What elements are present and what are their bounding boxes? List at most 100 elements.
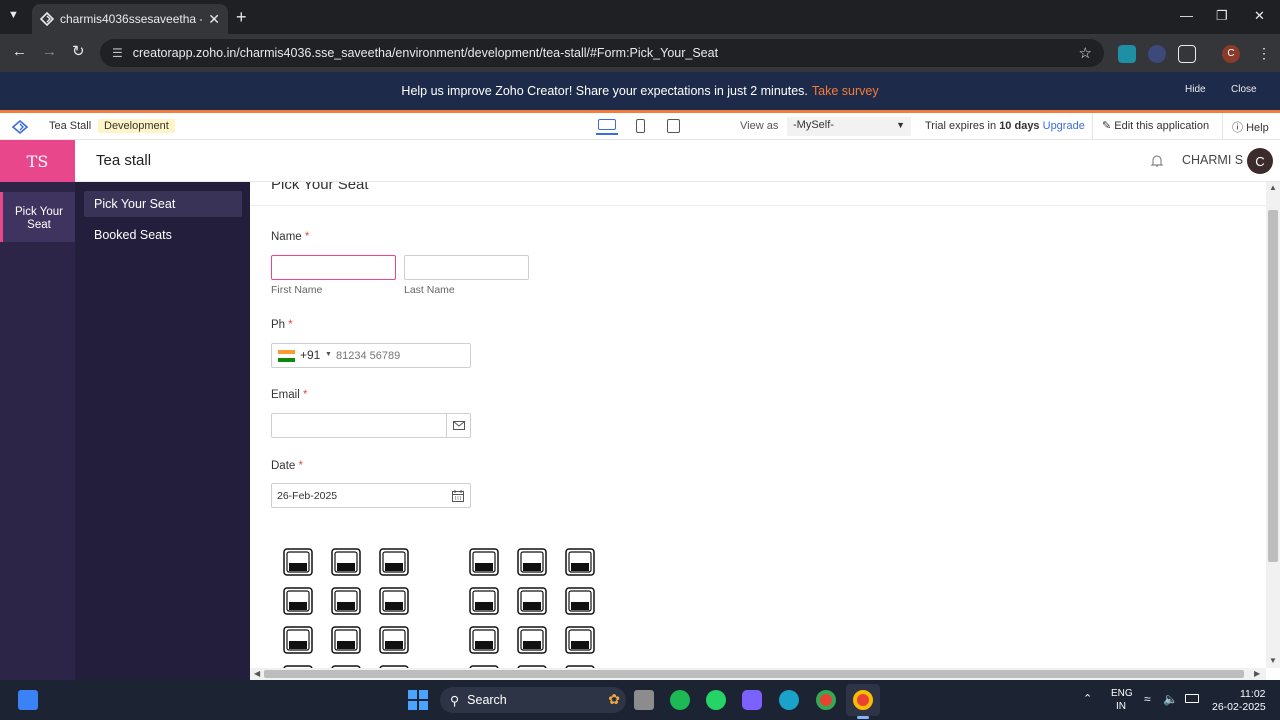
horizontal-scroll-thumb[interactable]	[264, 670, 1244, 678]
country-code[interactable]: +91	[300, 348, 320, 362]
volume-icon[interactable]: 🔈	[1163, 692, 1178, 706]
seat-icon[interactable]	[283, 587, 313, 615]
browser-menu-icon[interactable]: ⋮	[1257, 45, 1271, 62]
first-name-sublabel: First Name	[271, 284, 323, 296]
edge-icon[interactable]	[779, 690, 799, 710]
scroll-up-icon[interactable]: ▲	[1269, 183, 1277, 192]
seat-icon[interactable]	[283, 626, 313, 654]
scroll-down-icon[interactable]: ▼	[1269, 656, 1277, 665]
take-survey-link[interactable]: Take survey	[812, 84, 879, 98]
seat-icon[interactable]	[331, 626, 361, 654]
country-dropdown-icon[interactable]: ▼	[325, 351, 332, 358]
seat-icon[interactable]	[379, 548, 409, 576]
tablet-view-icon[interactable]	[667, 119, 680, 133]
windows-start-icon[interactable]	[408, 690, 428, 710]
tab-close-icon[interactable]: ✕	[208, 11, 220, 28]
forward-icon[interactable]: →	[42, 44, 57, 60]
form-title: Pick Your Seat	[271, 182, 369, 193]
seat-icon[interactable]	[469, 626, 499, 654]
extension-cursor-icon[interactable]	[1148, 45, 1166, 63]
chrome-profile-icon[interactable]	[853, 690, 873, 710]
wifi-icon[interactable]: ≈	[1144, 692, 1151, 706]
nav-item-booked-seats[interactable]: Booked Seats	[84, 222, 242, 248]
seat-icon[interactable]	[331, 548, 361, 576]
new-tab-icon[interactable]: +	[236, 8, 247, 26]
creator-logo-icon[interactable]	[12, 120, 28, 134]
extensions-puzzle-icon[interactable]	[1178, 45, 1196, 63]
whatsapp-icon[interactable]	[706, 690, 726, 710]
phone-label-text: Ph	[271, 319, 286, 331]
spotify-icon[interactable]	[670, 690, 690, 710]
email-input[interactable]	[271, 413, 471, 438]
bookmark-star-icon[interactable]: ☆	[1079, 44, 1092, 62]
window-close-icon[interactable]: ✕	[1254, 8, 1265, 24]
back-icon[interactable]: ←	[12, 44, 27, 60]
seat-icon[interactable]	[283, 548, 313, 576]
date-input[interactable]: 26-Feb-2025	[271, 483, 471, 508]
required-mark: *	[298, 460, 303, 472]
vertical-scrollbar[interactable]: ▲ ▼	[1266, 182, 1280, 668]
task-view-icon[interactable]	[634, 690, 654, 710]
phone-input[interactable]	[336, 346, 466, 365]
battery-icon[interactable]	[1185, 694, 1199, 703]
seat-icon[interactable]	[331, 587, 361, 615]
tray-chevron-icon[interactable]: ⌃	[1083, 692, 1092, 705]
india-flag-icon[interactable]	[278, 350, 295, 362]
first-name-input[interactable]	[271, 255, 396, 280]
bell-icon[interactable]	[1150, 154, 1164, 168]
browser-tab[interactable]: charmis4036ssesaveetha - Tea ✕	[32, 4, 228, 34]
chrome-icon[interactable]	[816, 690, 836, 710]
vertical-scroll-thumb[interactable]	[1268, 210, 1278, 562]
scroll-left-icon[interactable]: ◀	[254, 669, 260, 678]
copilot-icon[interactable]	[742, 690, 762, 710]
user-name[interactable]: CHARMI S	[1182, 153, 1243, 167]
name-label: Name *	[271, 231, 309, 243]
mobile-view-icon[interactable]	[636, 119, 645, 133]
banner-close-button[interactable]: Close	[1231, 84, 1257, 95]
reload-icon[interactable]: ↻	[72, 44, 85, 60]
widgets-icon[interactable]	[18, 690, 38, 710]
nav-item-pick-your-seat[interactable]: Pick Your Seat	[84, 191, 242, 217]
environment-badge[interactable]: Development	[98, 119, 175, 133]
maximize-icon[interactable]: ❐	[1216, 8, 1228, 24]
help-button[interactable]: ⓘ Help	[1232, 119, 1269, 135]
clock-time[interactable]: 11:02	[1240, 688, 1266, 700]
site-info-icon[interactable]: ☰	[112, 46, 123, 60]
seat-icon[interactable]	[517, 587, 547, 615]
language-indicator[interactable]: ENG	[1111, 688, 1133, 699]
trial-prefix: Trial expires in	[925, 120, 997, 132]
app-logo[interactable]: TS	[0, 140, 75, 182]
horizontal-scrollbar[interactable]: ◀ ▶	[250, 668, 1266, 680]
seat-icon[interactable]	[517, 626, 547, 654]
banner-hide-button[interactable]: Hide	[1185, 84, 1206, 95]
date-value: 26-Feb-2025	[277, 490, 338, 502]
last-name-input[interactable]	[404, 255, 529, 280]
extension-icon[interactable]	[1118, 45, 1136, 63]
region-indicator[interactable]: IN	[1116, 701, 1126, 712]
clock-date[interactable]: 26-02-2025	[1212, 701, 1266, 713]
seat-icon[interactable]	[379, 587, 409, 615]
seat-icon[interactable]	[469, 587, 499, 615]
seat-icon[interactable]	[469, 548, 499, 576]
upgrade-link[interactable]: Upgrade	[1043, 120, 1085, 132]
user-avatar[interactable]: C	[1247, 148, 1273, 174]
app-name[interactable]: Tea Stall	[49, 120, 91, 132]
seat-icon[interactable]	[565, 587, 595, 615]
minimize-icon[interactable]: —	[1180, 8, 1193, 23]
envelope-icon	[453, 421, 465, 430]
profile-avatar[interactable]: C	[1222, 45, 1240, 63]
tab-search-icon[interactable]: ▼	[8, 9, 19, 21]
seat-icon[interactable]	[565, 548, 595, 576]
view-as-select[interactable]: -MySelf- ▼	[787, 117, 911, 136]
edit-application-button[interactable]: ✎ Edit this application	[1102, 119, 1209, 132]
scroll-right-icon[interactable]: ▶	[1254, 669, 1260, 678]
address-bar[interactable]: ☰ creatorapp.zoho.in/charmis4036.sse_sav…	[100, 39, 1104, 67]
taskbar-search[interactable]: ⚲ Search ✿	[440, 687, 626, 713]
seat-icon[interactable]	[379, 626, 409, 654]
seat-icon[interactable]	[517, 548, 547, 576]
date-label-text: Date	[271, 460, 296, 472]
calendar-icon[interactable]	[452, 490, 464, 502]
desktop-view-icon[interactable]	[598, 119, 616, 130]
rail-item-pick-your-seat[interactable]: Pick Your Seat	[0, 192, 75, 242]
seat-icon[interactable]	[565, 626, 595, 654]
